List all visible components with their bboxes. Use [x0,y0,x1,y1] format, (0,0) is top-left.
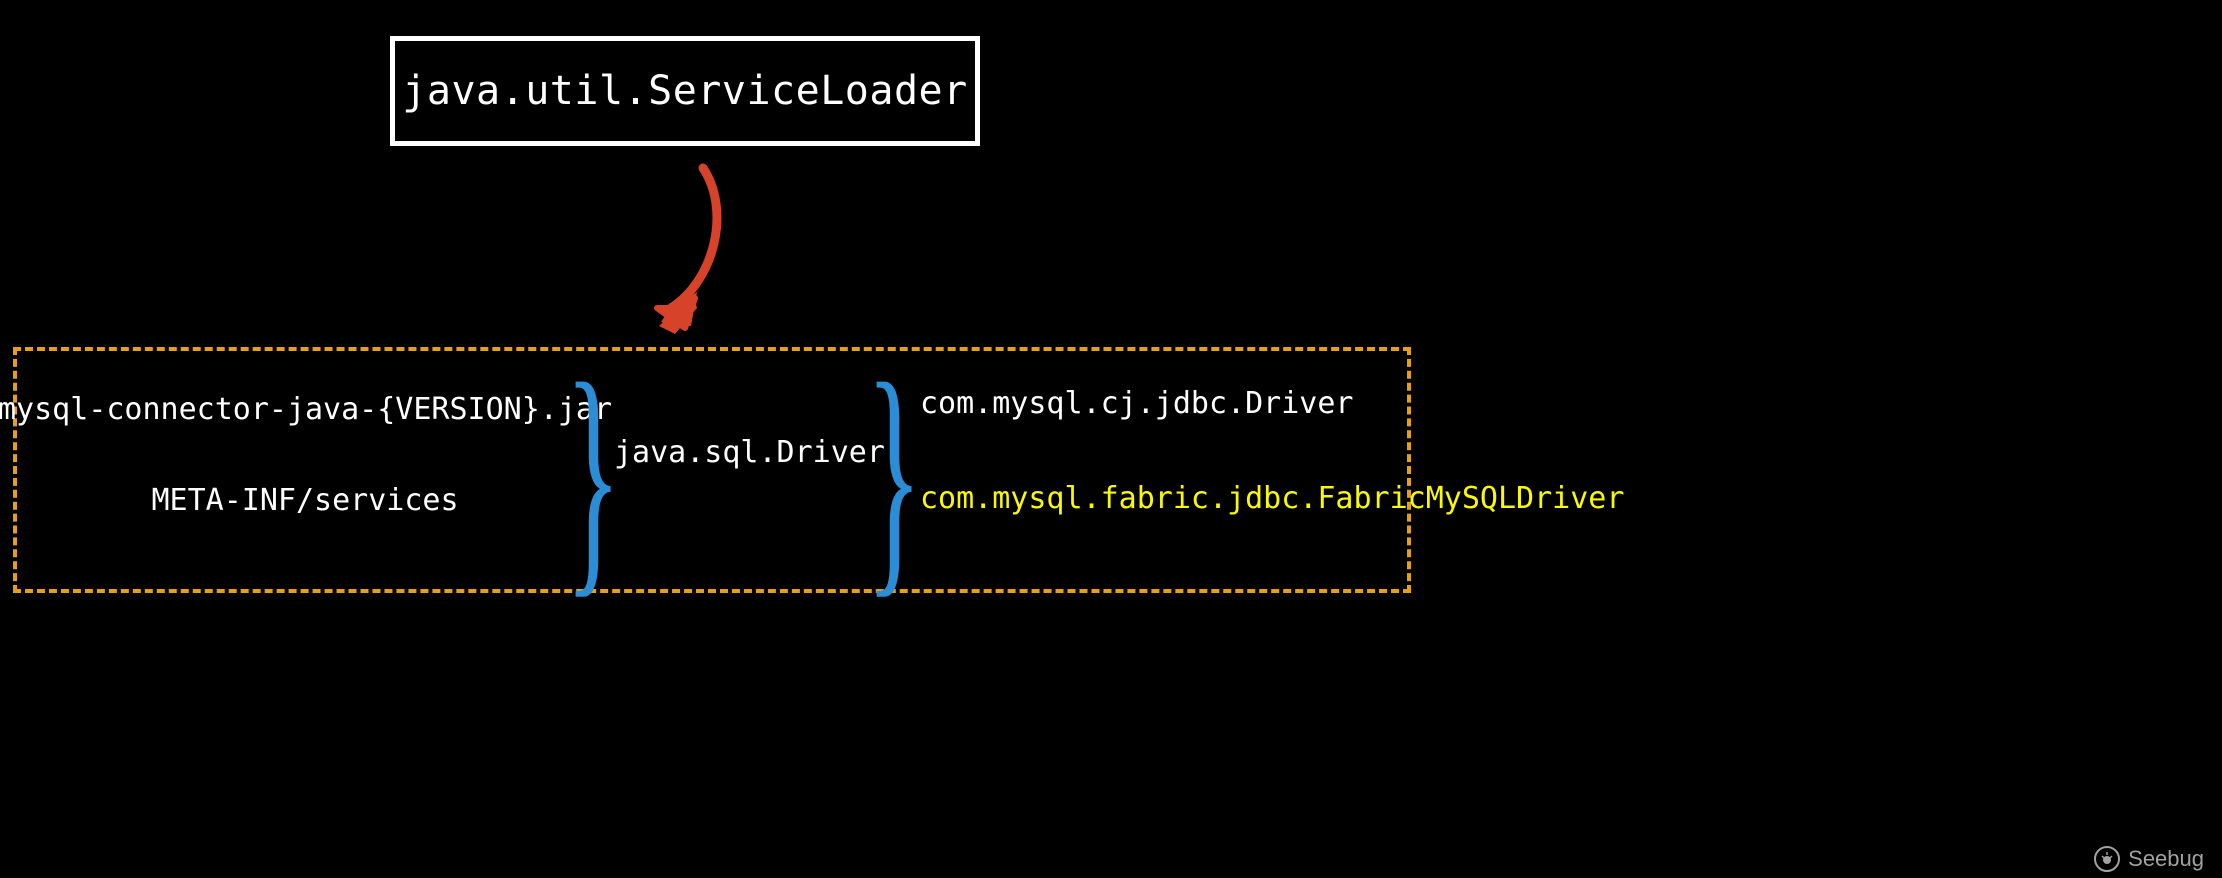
left-column: mysql-connector-java-{VERSION}.jar META-… [30,392,580,518]
seebug-text: Seebug [2128,846,2204,872]
meta-inf-label: META-INF/services [151,483,458,518]
driver-fabric-label: com.mysql.fabric.jdbc.FabricMySQLDriver [920,481,1624,516]
brace-right-icon: } [866,345,922,605]
driver-cj-label: com.mysql.cj.jdbc.Driver [920,386,1353,421]
jar-file-label: mysql-connector-java-{VERSION}.jar [0,392,612,427]
service-loader-box: java.util.ServiceLoader [390,36,980,146]
interface-label: java.sql.Driver [614,435,885,470]
arrow-icon [563,150,763,350]
right-column: com.mysql.cj.jdbc.Driver com.mysql.fabri… [920,386,1624,516]
seebug-logo-icon [2094,846,2120,872]
brace-left-icon: } [565,345,621,605]
seebug-watermark: Seebug [2094,846,2204,872]
service-loader-label: java.util.ServiceLoader [402,68,967,114]
